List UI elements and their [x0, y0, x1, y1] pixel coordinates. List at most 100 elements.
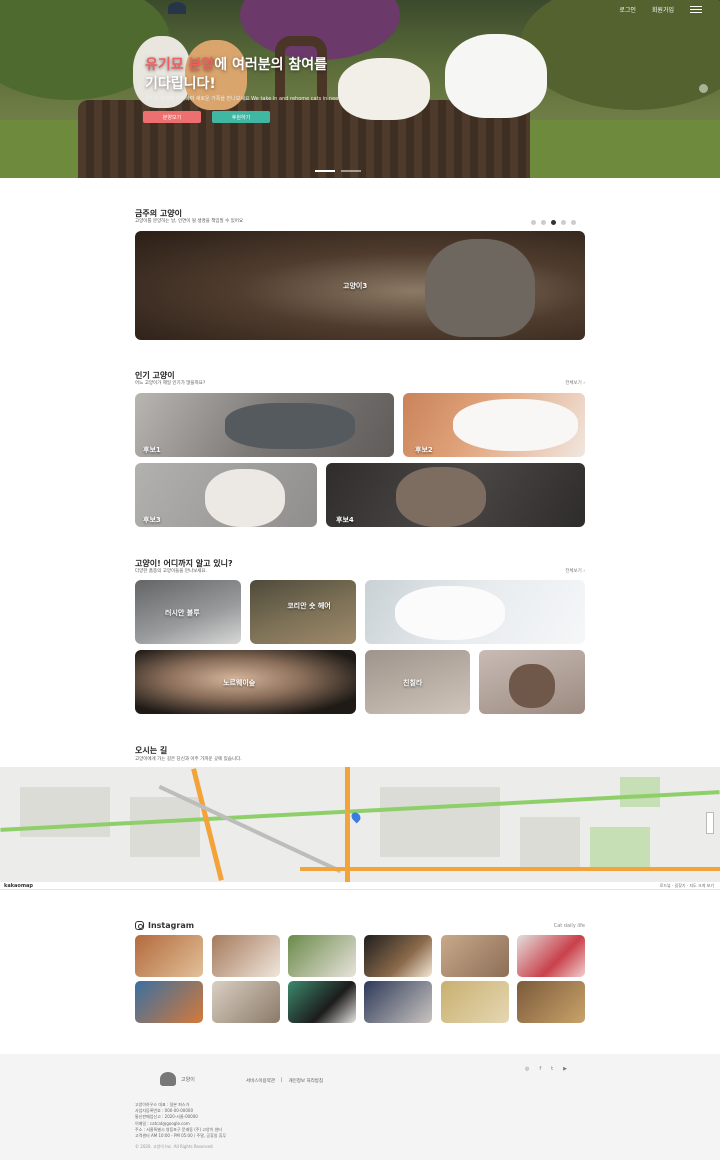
- twitter-icon[interactable]: t: [551, 1066, 553, 1072]
- featured-subtitle: 고양이를 분양하는 날, 인연이 될 생명을 책임질 수 있어요: [135, 219, 244, 224]
- instagram-thumb[interactable]: [364, 981, 432, 1023]
- footer-divider: |: [280, 1078, 283, 1083]
- login-link[interactable]: 로그인: [619, 5, 636, 14]
- slide-dot[interactable]: [561, 220, 566, 225]
- info-line: 고객센터 AM 10:00 - PM 05:00 / 주말, 공휴일 휴무: [135, 1133, 227, 1139]
- zoom-control[interactable]: [706, 812, 714, 834]
- instagram-thumb[interactable]: [135, 981, 203, 1023]
- cat-logo-icon[interactable]: [160, 1072, 176, 1086]
- map-links[interactable]: 로드뷰 · 길찾기 · 지도 크게 보기: [660, 883, 714, 889]
- donate-button[interactable]: 후원하기: [212, 111, 270, 123]
- instagram-thumb[interactable]: [441, 981, 509, 1023]
- instagram-thumb[interactable]: [288, 935, 356, 977]
- breed-card-label: 코리안 숏 헤어: [287, 602, 331, 610]
- privacy-link[interactable]: 개인정보 처리방침: [289, 1078, 324, 1084]
- breed-card-label: 노르웨이숲: [223, 679, 256, 687]
- breed-card[interactable]: 친칠라: [365, 650, 470, 714]
- next-arrow-icon[interactable]: [699, 84, 708, 93]
- kitten-photo: [425, 239, 535, 337]
- cat-photo: [453, 399, 578, 451]
- hero-title: 유기묘 분양에 여러분의 참여를 기다립니다!: [145, 56, 395, 94]
- featured-card-label: 고양이3: [343, 282, 368, 290]
- breed-card[interactable]: [479, 650, 585, 714]
- hero-title-line2: 기다립니다!: [145, 76, 216, 92]
- instagram-thumb[interactable]: [441, 935, 509, 977]
- instagram-thumb[interactable]: [517, 935, 585, 977]
- hero-dot[interactable]: [341, 170, 361, 172]
- instagram-title: Instagram: [148, 921, 195, 930]
- copyright: © 2020. 고양이 Inc. All Rights Reserved.: [135, 1144, 214, 1149]
- map-park: [620, 777, 660, 807]
- cat-photo: [205, 469, 285, 527]
- company-info: 고양이하우스 대표 : 일본 퍼스가 사업자등록번호 : 000-00-0000…: [135, 1102, 226, 1139]
- instagram-thumb[interactable]: [212, 935, 280, 977]
- popular-card[interactable]: 후보3: [135, 463, 317, 527]
- popular-subtitle: 어느 고양이가 제일 인기가 많을까요?: [135, 381, 206, 386]
- signup-link[interactable]: 회원가입: [652, 5, 674, 14]
- terms-link[interactable]: 서비스이용약관: [246, 1078, 275, 1084]
- map-road: [300, 867, 720, 871]
- hero-dot[interactable]: [315, 170, 335, 172]
- facebook-icon[interactable]: f: [539, 1066, 541, 1072]
- youtube-icon[interactable]: ▶: [563, 1066, 567, 1072]
- map-block: [130, 797, 200, 857]
- footer-links: 서비스이용약관 | 개인정보 처리방침: [246, 1078, 323, 1084]
- hamburger-icon[interactable]: [690, 6, 702, 13]
- instagram-icon[interactable]: ◎: [525, 1066, 529, 1072]
- breed-card[interactable]: [365, 580, 585, 644]
- instagram-thumb[interactable]: [364, 935, 432, 977]
- instagram-thumb[interactable]: [212, 981, 280, 1023]
- cat-photo: [225, 403, 355, 449]
- popular-more-link[interactable]: 전체보기 ›: [565, 380, 585, 386]
- adopt-button[interactable]: 분양보기: [143, 111, 201, 123]
- cat-photo: [445, 34, 547, 118]
- map-footer: kakaomap 로드뷰 · 길찾기 · 지도 크게 보기: [0, 882, 720, 890]
- hero-title-rest: 에 여러분의 참여를: [214, 57, 328, 73]
- slide-dot[interactable]: [541, 220, 546, 225]
- instagram-thumb[interactable]: [288, 981, 356, 1023]
- hero-pagination: [315, 170, 361, 172]
- breed-card[interactable]: 러시안 블루: [135, 580, 241, 644]
- map-park: [590, 827, 650, 867]
- breed-card-label: 러시안 블루: [165, 609, 200, 617]
- breed-card[interactable]: 노르웨이숲: [135, 650, 356, 714]
- slide-dot[interactable]: [551, 220, 556, 225]
- cat-photo: [396, 467, 486, 527]
- popular-card[interactable]: 후보4: [326, 463, 585, 527]
- cat-logo-icon[interactable]: [168, 2, 186, 14]
- map-block: [380, 787, 500, 857]
- slide-dot[interactable]: [531, 220, 536, 225]
- hero-subtitle: 유기묘 분양에 참여하여 새로운 가족을 만나보세요 We take in an…: [145, 96, 342, 102]
- foliage: [520, 0, 720, 110]
- footer-logo-text: 고양이: [181, 1077, 195, 1083]
- popular-card-label: 후보2: [415, 446, 433, 454]
- instagram-thumb[interactable]: [517, 981, 585, 1023]
- map-block: [520, 817, 580, 867]
- instagram-thumb[interactable]: [135, 935, 203, 977]
- breeds-more-link[interactable]: 전체보기 ›: [565, 568, 585, 574]
- instagram-header: Instagram: [135, 921, 194, 930]
- popular-card[interactable]: 후보2: [403, 393, 585, 457]
- page: 로그인 회원가입 유기묘 분양에 여러분의 참여를 기다립니다! 유기묘 분양에…: [0, 0, 720, 1160]
- slide-dot[interactable]: [571, 220, 576, 225]
- map-brand: kakaomap: [4, 883, 33, 889]
- featured-pagination: [531, 220, 576, 225]
- map-road: [345, 767, 350, 882]
- popular-card[interactable]: 후보1: [135, 393, 394, 457]
- map[interactable]: [0, 767, 720, 882]
- popular-card-label: 후보4: [336, 516, 354, 524]
- location-subtitle: 고양이에게 가는 길은 당신과 아주 가까운 곳에 있습니다.: [135, 757, 242, 762]
- social-links: ◎ f t ▶: [525, 1066, 567, 1072]
- featured-card[interactable]: 고양이3: [135, 231, 585, 340]
- hero-title-highlight: 유기묘 분양: [145, 57, 215, 73]
- instagram-icon: [135, 921, 144, 930]
- breed-card-label: 친칠라: [403, 679, 423, 687]
- top-nav: 로그인 회원가입: [619, 5, 702, 14]
- cat-photo: [395, 586, 505, 640]
- breed-card[interactable]: 코리안 숏 헤어: [250, 580, 356, 644]
- popular-card-label: 후보1: [143, 446, 161, 454]
- location-title: 오시는 길: [135, 746, 168, 755]
- footer: [0, 1054, 720, 1160]
- cat-photo: [509, 664, 555, 708]
- hero-banner: 로그인 회원가입 유기묘 분양에 여러분의 참여를 기다립니다! 유기묘 분양에…: [0, 0, 720, 178]
